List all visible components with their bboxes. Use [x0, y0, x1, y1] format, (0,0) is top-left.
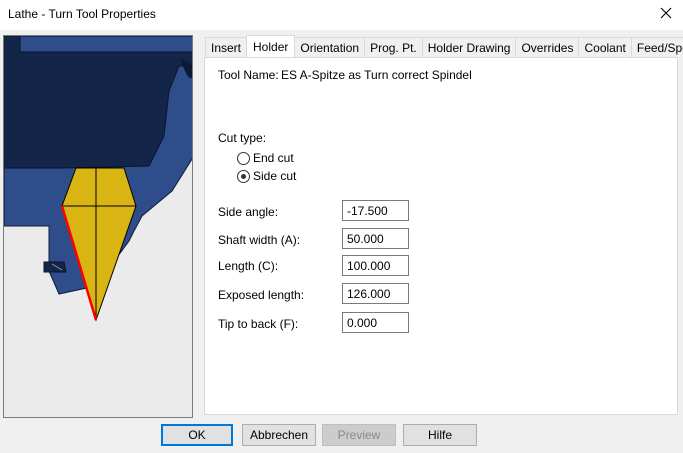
ok-button[interactable]: OK — [161, 424, 233, 446]
close-button[interactable] — [649, 0, 683, 26]
preview-button[interactable]: Preview — [322, 424, 396, 446]
side-angle-label: Side angle: — [218, 205, 279, 219]
tab-coolant[interactable]: Coolant — [578, 37, 632, 58]
radio-unchecked-icon — [237, 151, 250, 165]
tab-insert[interactable]: Insert — [205, 37, 248, 58]
side-cut-radio[interactable]: Side cut — [237, 169, 296, 183]
tool-name-value: ES A-Spitze as Turn correct Spindel — [281, 68, 472, 82]
cut-type-label: Cut type: — [218, 131, 267, 145]
side-angle-field[interactable] — [342, 200, 409, 221]
length-label: Length (C): — [218, 259, 279, 273]
side-cut-label: Side cut — [253, 169, 297, 183]
tab-orientation[interactable]: Orientation — [294, 37, 366, 58]
end-cut-label: End cut — [253, 151, 294, 165]
length-field[interactable] — [342, 255, 409, 276]
tool-preview-drawing — [4, 36, 192, 417]
radio-checked-icon — [237, 169, 250, 183]
tab-feed-speed[interactable]: Feed/Speed — [630, 37, 683, 58]
end-cut-radio[interactable]: End cut — [237, 151, 294, 165]
shaft-width-field[interactable] — [342, 228, 409, 249]
tab-holder-drawing[interactable]: Holder Drawing — [421, 37, 517, 58]
tab-holder[interactable]: Holder — [246, 35, 296, 57]
shaft-width-label: Shaft width (A): — [218, 233, 301, 247]
cancel-button[interactable]: Abbrechen — [242, 424, 316, 446]
window-title: Lathe - Turn Tool Properties — [8, 7, 156, 21]
exposed-length-field[interactable] — [342, 283, 409, 304]
tab-prog-pt[interactable]: Prog. Pt. — [364, 37, 423, 58]
close-icon — [660, 7, 672, 19]
help-button[interactable]: Hilfe — [403, 424, 477, 446]
tool-name-label: Tool Name: — [218, 68, 279, 82]
title-bar: Lathe - Turn Tool Properties — [0, 0, 683, 30]
tool-preview — [3, 35, 193, 418]
tip-to-back-label: Tip to back (F): — [218, 317, 299, 331]
tab-strip: Insert Holder Orientation Prog. Pt. Hold… — [205, 35, 683, 58]
tab-overrides[interactable]: Overrides — [515, 37, 580, 58]
exposed-length-label: Exposed length: — [218, 288, 305, 302]
tip-to-back-field[interactable] — [342, 312, 409, 333]
